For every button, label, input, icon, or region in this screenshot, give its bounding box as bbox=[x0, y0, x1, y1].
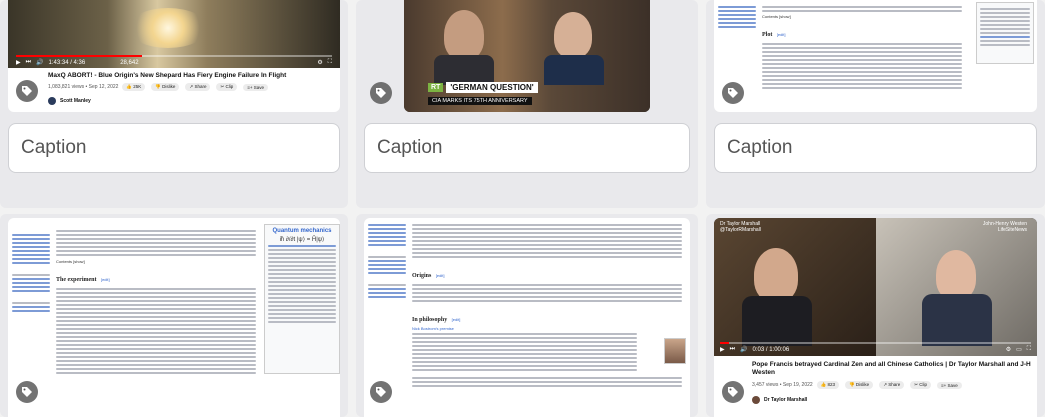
caption-input[interactable] bbox=[21, 137, 339, 159]
avatar[interactable] bbox=[752, 396, 760, 404]
image-card-3: Contents [show] Plot [edit] bbox=[706, 0, 1045, 208]
caption-field[interactable] bbox=[364, 123, 690, 173]
overlay-left-name: Dr Taylor Marshall @TaylorRMarshall bbox=[720, 221, 761, 233]
main-article-link[interactable]: Nick Bostrom's premise bbox=[412, 326, 682, 331]
caption-input[interactable] bbox=[727, 137, 1036, 159]
clip-button[interactable]: ✂ Clip bbox=[216, 83, 238, 91]
tag-icon[interactable] bbox=[722, 381, 744, 403]
rt-logo: RT bbox=[428, 83, 444, 92]
next-icon[interactable]: ⏭ bbox=[26, 59, 31, 66]
thumbnail-wiki-quantum[interactable]: Contents [show] The experiment [edit] Qu… bbox=[8, 218, 340, 417]
section-heading-origins: Origins bbox=[412, 273, 432, 279]
clip-button[interactable]: ✂ Clip bbox=[910, 381, 932, 389]
infobox-title: Quantum mechanics bbox=[272, 228, 332, 234]
edit-link[interactable]: [edit] bbox=[101, 277, 110, 282]
share-button[interactable]: ↗ Share bbox=[185, 83, 211, 91]
video-progress-bar[interactable] bbox=[16, 55, 332, 57]
image-card-6: Dr Taylor Marshall @TaylorRMarshall John… bbox=[706, 214, 1045, 417]
share-button[interactable]: ↗ Share bbox=[879, 381, 905, 389]
caption-field[interactable] bbox=[8, 123, 340, 173]
image-caption-grid: ▶ ⏭ 🔊 1:43:34 / 4:36 28,642 ⚙ ⛶ MaxQ ABO… bbox=[0, 0, 1045, 417]
news-headline: 'GERMAN QUESTION' bbox=[446, 82, 538, 93]
video-progress-bar[interactable] bbox=[720, 342, 1031, 344]
overlay-right-name: John-Henry Westen LifeSiteNews bbox=[982, 221, 1027, 233]
theater-icon[interactable]: ▭ bbox=[1016, 346, 1022, 353]
like-button[interactable]: 👍 25K bbox=[122, 83, 146, 91]
tag-icon[interactable] bbox=[370, 381, 392, 403]
section-heading: The experiment bbox=[56, 277, 97, 283]
image-card-5: Origins [edit] In philosophy [edit] Nick… bbox=[356, 214, 698, 417]
video-meta: 3,457 views • Sep 19, 2022 bbox=[752, 382, 813, 388]
save-button[interactable]: ≡+ Save bbox=[243, 83, 269, 91]
tag-icon[interactable] bbox=[16, 381, 38, 403]
video-title: MaxQ ABORT! - Blue Origin's New Shepard … bbox=[48, 72, 287, 79]
thumbnail-news[interactable]: RT 'GERMAN QUESTION' CIA MARKS ITS 75TH … bbox=[404, 0, 650, 112]
tag-icon[interactable] bbox=[722, 82, 744, 104]
thumbnail-wiki-plot[interactable]: Contents [show] Plot [edit] bbox=[714, 0, 1037, 112]
save-button[interactable]: ≡+ Save bbox=[937, 381, 962, 389]
portrait-image bbox=[664, 338, 686, 364]
image-card-4: Contents [show] The experiment [edit] Qu… bbox=[0, 214, 348, 417]
play-icon[interactable]: ▶ bbox=[16, 59, 21, 66]
video-frame bbox=[404, 0, 650, 112]
fullscreen-icon[interactable]: ⛶ bbox=[328, 59, 332, 66]
image-card-2: RT 'GERMAN QUESTION' CIA MARKS ITS 75TH … bbox=[356, 0, 698, 208]
time-display: 0:03 / 1:00:06 bbox=[752, 346, 790, 353]
news-lower-third: RT 'GERMAN QUESTION' bbox=[428, 82, 538, 93]
tag-icon[interactable] bbox=[16, 80, 38, 102]
channel-name[interactable]: Dr Taylor Marshall bbox=[764, 397, 807, 403]
section-heading: Plot bbox=[762, 32, 773, 38]
settings-icon[interactable]: ⚙ bbox=[1006, 346, 1011, 353]
edit-link[interactable]: [edit] bbox=[436, 273, 445, 278]
dislike-button[interactable]: 👎 Dislike bbox=[151, 83, 180, 91]
time-display: 1:43:34 / 4:36 bbox=[48, 59, 86, 66]
play-icon[interactable]: ▶ bbox=[720, 346, 725, 353]
thumbnail-youtube-podcast[interactable]: Dr Taylor Marshall @TaylorRMarshall John… bbox=[714, 218, 1037, 417]
overlay-number: 28,642 bbox=[120, 59, 139, 66]
player-controls: ▶ ⏭ 🔊 1:43:34 / 4:36 28,642 ⚙ ⛶ bbox=[16, 58, 332, 67]
volume-icon[interactable]: 🔊 bbox=[740, 346, 747, 353]
dislike-button[interactable]: 👎 Dislike bbox=[845, 381, 874, 389]
contents-toggle[interactable]: Contents [show] bbox=[56, 259, 256, 264]
section-heading-philosophy: In philosophy bbox=[412, 317, 448, 323]
video-frame: Dr Taylor Marshall @TaylorRMarshall John… bbox=[714, 218, 1037, 356]
infobox: Quantum mechanics iħ ∂/∂t |ψ⟩ = Ĥ|ψ⟩ bbox=[264, 224, 340, 374]
like-button[interactable]: 👍 823 bbox=[816, 381, 840, 389]
image-card-1: ▶ ⏭ 🔊 1:43:34 / 4:36 28,642 ⚙ ⛶ MaxQ ABO… bbox=[0, 0, 348, 208]
thumbnail-wiki-simulation[interactable]: Origins [edit] In philosophy [edit] Nick… bbox=[364, 218, 690, 417]
thumbnail-youtube-rocket[interactable]: ▶ ⏭ 🔊 1:43:34 / 4:36 28,642 ⚙ ⛶ MaxQ ABO… bbox=[8, 0, 340, 112]
video-title: Pope Francis betrayed Cardinal Zen and a… bbox=[752, 361, 1031, 376]
contents-toggle[interactable]: Contents [show] bbox=[762, 14, 962, 19]
avatar[interactable] bbox=[48, 97, 56, 105]
video-frame: ▶ ⏭ 🔊 1:43:34 / 4:36 28,642 ⚙ ⛶ bbox=[8, 0, 340, 68]
tag-icon[interactable] bbox=[370, 82, 392, 104]
volume-icon[interactable]: 🔊 bbox=[36, 59, 43, 66]
channel-name[interactable]: Scott Manley bbox=[60, 98, 91, 104]
next-icon[interactable]: ⏭ bbox=[730, 346, 735, 353]
infobox bbox=[976, 2, 1034, 64]
player-controls: ▶ ⏭ 🔊 0:03 / 1:00:06 ⚙ ▭ ⛶ bbox=[720, 345, 1031, 354]
caption-field[interactable] bbox=[714, 123, 1037, 173]
caption-input[interactable] bbox=[377, 137, 689, 159]
news-subline: CIA MARKS ITS 75TH ANNIVERSARY bbox=[428, 97, 532, 105]
edit-link[interactable]: [edit] bbox=[777, 32, 786, 37]
edit-link[interactable]: [edit] bbox=[452, 317, 461, 322]
video-meta: 1,083,821 views • Sep 12, 2022 bbox=[48, 84, 119, 90]
settings-icon[interactable]: ⚙ bbox=[317, 59, 322, 66]
fullscreen-icon[interactable]: ⛶ bbox=[1027, 346, 1031, 353]
